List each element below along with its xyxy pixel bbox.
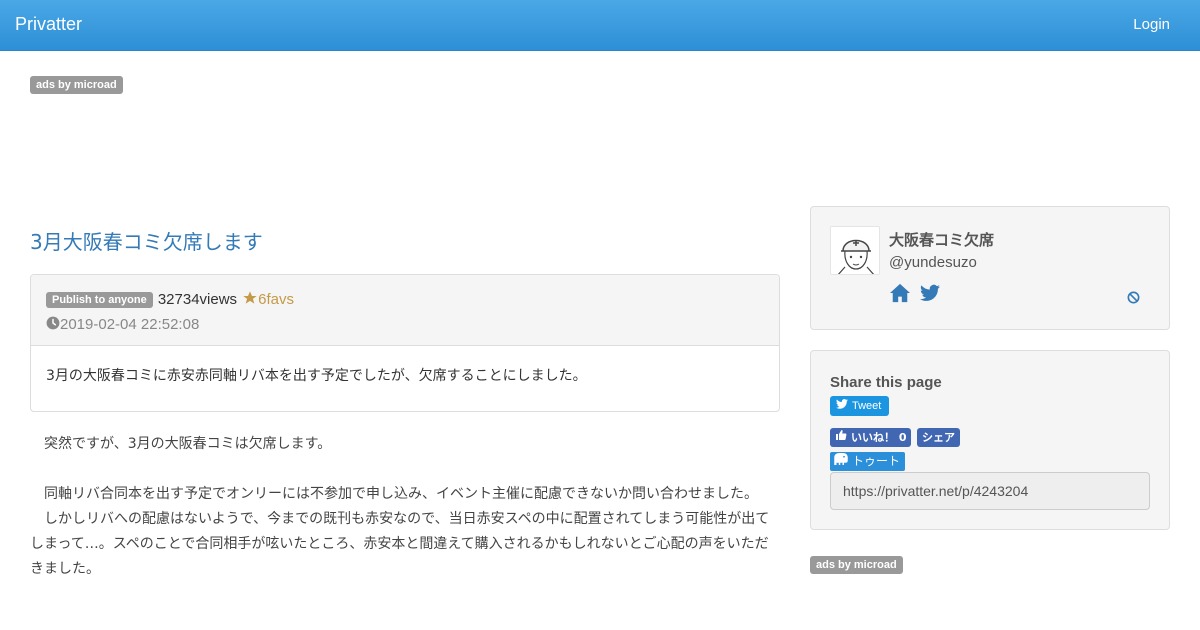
share-url-input[interactable] (830, 472, 1150, 510)
tweet-label: Tweet (852, 400, 882, 412)
post-summary: 3月の大阪春コミに赤安赤同軸リバ本を出す予定でしたが、欠席することにしました。 (46, 368, 587, 384)
profile-links (889, 283, 944, 307)
facebook-share-button[interactable]: シェア (917, 428, 960, 447)
navbar: Privatter Login (0, 0, 1200, 51)
avatar[interactable] (830, 226, 880, 275)
tweet-button[interactable]: Tweet (830, 396, 890, 416)
mastodon-icon (832, 451, 850, 473)
post-meta: Publish to anyone 32734views 6favs 2019-… (31, 275, 779, 346)
twitter-icon (836, 396, 848, 416)
post-info-panel: Publish to anyone 32734views 6favs 2019-… (30, 274, 780, 412)
brand-link[interactable]: Privatter (15, 14, 82, 35)
post-title[interactable]: 3月大阪春コミ欠席します (30, 226, 263, 255)
body-paragraph: 同軸リバ合同本を出す予定でオンリーには不参加で申し込み、イベント主催に配慮できな… (30, 486, 758, 502)
home-icon[interactable] (889, 283, 911, 307)
body-paragraph: しかしリバへの配慮はないようで、今までの既刊も赤安なので、当日赤安スペの中に配置… (30, 511, 770, 577)
login-link[interactable]: Login (1133, 16, 1170, 33)
facebook-like-label: いいね！ 0 (851, 431, 907, 444)
block-icon[interactable] (1127, 289, 1140, 308)
user-handle[interactable]: @yundesuzo (889, 254, 977, 271)
twitter-icon[interactable] (920, 284, 941, 306)
display-name[interactable]: 大阪春コミ欠席 (889, 229, 994, 250)
toot-label: トゥート (852, 454, 901, 468)
body-paragraph (30, 457, 782, 482)
toot-button[interactable]: トゥート (830, 451, 906, 473)
fav-count[interactable]: 6favs (258, 291, 294, 308)
post-date-row: 2019-02-04 22:52:08 (46, 316, 764, 334)
visibility-badge: Publish to anyone (46, 291, 153, 308)
facebook-like-button[interactable]: いいね！ 0 (830, 428, 912, 447)
body-paragraph: 突然ですが、3月の大阪春コミは欠席します。 (30, 436, 332, 452)
profile-card: 大阪春コミ欠席 @yundesuzo (810, 206, 1170, 330)
share-title: Share this page (830, 374, 942, 391)
star-icon[interactable] (242, 290, 258, 310)
post-body: 突然ですが、3月の大阪春コミは欠席します。 同軸リバ合同本を出す予定でオンリーに… (30, 432, 782, 582)
thumbs-up-icon (835, 428, 847, 447)
ad-label-side: ads by microad (810, 556, 903, 574)
view-count: 32734views (157, 291, 238, 308)
ad-label-top: ads by microad (30, 76, 123, 94)
share-card: Share this page Tweet いいね！ 0 シェア トゥート (810, 350, 1170, 530)
post-date: 2019-02-04 22:52:08 (60, 315, 200, 333)
clock-icon (46, 316, 60, 334)
